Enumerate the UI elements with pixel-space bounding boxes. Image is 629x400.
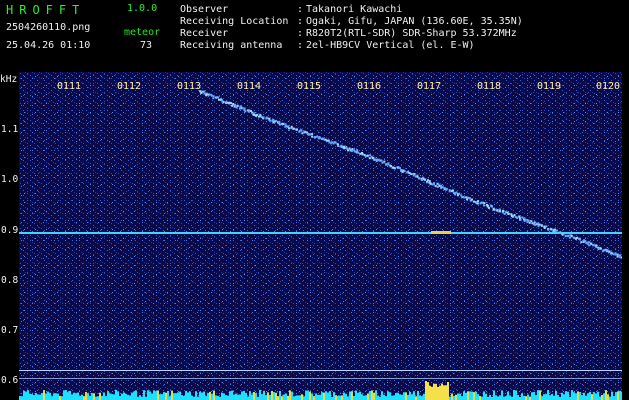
y-tick-label: 1.1	[1, 124, 19, 135]
carrier-hotspot	[431, 231, 451, 234]
receiver-value: R820T2(RTL-SDR) SDR-Sharp 53.372MHz	[306, 28, 517, 39]
app-version: 1.0.0	[127, 3, 158, 14]
time-label: 0111	[57, 81, 82, 92]
y-tick-label: 0.9	[1, 225, 19, 236]
time-label: 0114	[237, 81, 262, 92]
file-name: 2504260110.png	[6, 22, 91, 33]
time-label: 0120	[596, 81, 621, 92]
antenna-label: Receiving antenna	[180, 40, 283, 51]
observer-value: Takanori Kawachi	[306, 4, 403, 15]
time-label: 0113	[177, 81, 202, 92]
time-label: 0116	[357, 81, 382, 92]
time-label: 0112	[117, 81, 142, 92]
reference-line	[19, 378, 622, 379]
location-label: Receiving Location	[180, 16, 289, 27]
noise-layer-b	[19, 72, 622, 400]
antenna-value: 2el-HB9CV Vertical (el. E-W)	[306, 40, 475, 51]
time-label: 0119	[537, 81, 562, 92]
observer-label: Observer	[180, 4, 229, 15]
time-label: 0115	[297, 81, 322, 92]
location-value: Ogaki, Gifu, JAPAN (136.60E, 35.35N)	[306, 16, 523, 27]
y-tick-label: 0.6	[1, 375, 19, 386]
antenna-sep: :	[297, 40, 304, 51]
spectrogram-svg	[19, 72, 622, 400]
time-label: 0117	[417, 81, 442, 92]
receiver-label: Receiver	[180, 28, 229, 39]
datetime: 25.04.26 01:10	[6, 40, 91, 51]
y-tick-label: 0.7	[1, 325, 19, 336]
time-label: 0118	[477, 81, 502, 92]
spectrogram-canvas	[19, 72, 622, 400]
header-panel: HROFFT 1.0.0 2504260110.png meteor 25.04…	[0, 0, 629, 72]
reference-line	[19, 370, 622, 371]
unit-label: kHz	[0, 74, 18, 85]
y-tick-label: 0.8	[1, 275, 19, 286]
observer-sep: :	[297, 4, 304, 15]
y-tick-label: 1.0	[1, 174, 19, 185]
count-label: meteor	[124, 27, 161, 38]
app-name: HROFFT	[6, 3, 86, 17]
count-value: 73	[140, 40, 153, 51]
location-sep: :	[297, 16, 304, 27]
receiver-sep: :	[297, 28, 304, 39]
